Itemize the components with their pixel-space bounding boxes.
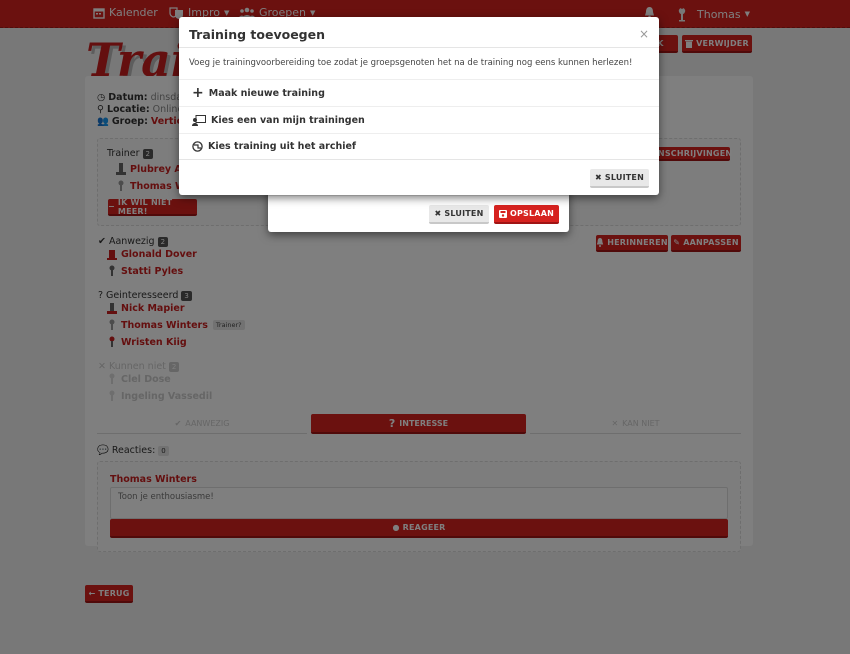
background-close-button[interactable]: ✖ SLUITEN bbox=[429, 205, 489, 224]
option-label: Kies training uit het archief bbox=[208, 141, 357, 152]
close-label: SLUITEN bbox=[604, 173, 644, 182]
save-label: OPSLAAN bbox=[509, 209, 554, 218]
option-archive[interactable]: Kies training uit het archief bbox=[179, 133, 659, 160]
save-button[interactable]: OPSLAAN bbox=[494, 205, 559, 224]
option-label: Maak nieuwe training bbox=[208, 87, 325, 99]
option-label: Kies een van mijn trainingen bbox=[211, 114, 365, 126]
archive-globe-icon bbox=[192, 141, 203, 152]
x-icon: ✖ bbox=[595, 173, 602, 182]
chalkboard-teacher-icon bbox=[192, 114, 206, 126]
option-new-training[interactable]: + Maak nieuwe training bbox=[179, 79, 659, 106]
modal-title: Training toevoegen bbox=[189, 27, 325, 42]
close-label: SLUITEN bbox=[444, 209, 484, 218]
option-my-trainings[interactable]: Kies een van mijn trainingen bbox=[179, 106, 659, 133]
divider bbox=[179, 47, 659, 48]
close-icon[interactable]: × bbox=[639, 27, 649, 41]
x-icon: ✖ bbox=[434, 209, 442, 218]
modal-description: Voeg je trainingvoorbereiding toe zodat … bbox=[189, 58, 633, 68]
modal-close-button[interactable]: ✖ SLUITEN bbox=[590, 169, 649, 188]
training-add-modal: Training toevoegen × Voeg je trainingvoo… bbox=[179, 17, 659, 195]
divider bbox=[268, 195, 569, 196]
plus-icon: + bbox=[192, 85, 204, 101]
save-icon bbox=[498, 209, 507, 218]
